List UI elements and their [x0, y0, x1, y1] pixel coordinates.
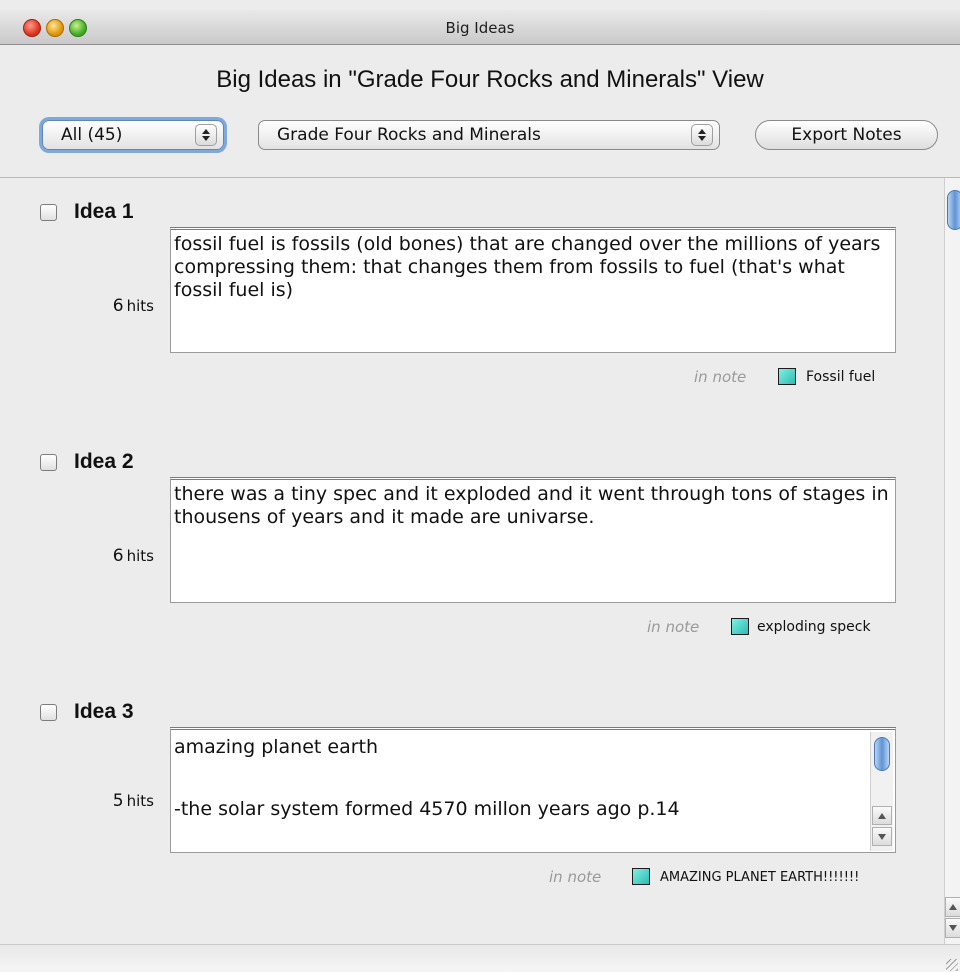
hits-count: 6: [112, 296, 124, 316]
idea-text: amazing planet earth -the solar system f…: [174, 736, 680, 820]
idea-checkbox[interactable]: [40, 454, 57, 471]
idea-label: Idea 2: [74, 450, 134, 473]
export-notes-button[interactable]: Export Notes: [755, 120, 938, 150]
scroll-up-arrow-icon[interactable]: [945, 897, 960, 917]
scroll-down-arrow-icon[interactable]: [945, 918, 960, 938]
in-note-label: in note: [647, 618, 700, 636]
ideas-list-scrollbar[interactable]: [944, 178, 960, 944]
hits-count: 5: [112, 791, 124, 811]
popup-arrows-icon: [195, 124, 217, 146]
idea-hits: 6 hits: [60, 546, 154, 566]
scroll-thumb[interactable]: [947, 190, 960, 230]
idea-label: Idea 3: [74, 700, 134, 723]
idea-text-box[interactable]: there was a tiny spec and it exploded an…: [170, 477, 896, 603]
filter-popup[interactable]: All (45): [42, 120, 224, 150]
idea-text-scrollbar[interactable]: [870, 732, 893, 851]
idea-row: Idea 1 6 hits fossil fuel is fossils (old…: [0, 178, 944, 398]
idea-row: Idea 3 5 hits amazing planet earth -the s…: [0, 678, 944, 898]
note-color-swatch: [632, 868, 650, 885]
popup-arrows-icon: [691, 124, 713, 146]
source-note-link[interactable]: AMAZING PLANET EARTH!!!!!!!: [660, 870, 859, 885]
idea-text: fossil fuel is fossils (old bones) that …: [174, 233, 887, 301]
view-popup[interactable]: Grade Four Rocks and Minerals: [258, 120, 720, 150]
idea-checkbox[interactable]: [40, 704, 57, 721]
view-popup-label: Grade Four Rocks and Minerals: [277, 125, 541, 145]
source-note-link[interactable]: Fossil fuel: [806, 369, 875, 385]
ideas-list[interactable]: Idea 1 6 hits fossil fuel is fossils (old…: [0, 178, 944, 944]
in-note-label: in note: [694, 368, 747, 386]
idea-text-box[interactable]: amazing planet earth -the solar system f…: [170, 727, 896, 853]
idea-label: Idea 1: [74, 200, 134, 223]
resize-grip-icon[interactable]: [946, 959, 958, 971]
idea-checkbox[interactable]: [40, 204, 57, 221]
window-title: Big Ideas: [445, 19, 515, 37]
window-bottom-bar: [0, 944, 960, 972]
view-title: Big Ideas in "Grade Four Rocks and Miner…: [216, 66, 764, 93]
hits-word: hits: [126, 547, 154, 565]
hits-word: hits: [126, 297, 154, 315]
note-color-swatch: [778, 368, 796, 385]
source-note-link[interactable]: exploding speck: [757, 619, 871, 635]
hits-count: 6: [112, 546, 124, 566]
scroll-down-arrow-icon[interactable]: [872, 827, 892, 846]
note-color-swatch: [731, 618, 749, 635]
big-ideas-window: Big Ideas Big Ideas in "Grade Four Rocks…: [0, 0, 960, 972]
scroll-thumb[interactable]: [874, 737, 890, 771]
filter-popup-label: All (45): [61, 125, 123, 145]
scroll-up-arrow-icon[interactable]: [872, 806, 892, 825]
idea-hits: 6 hits: [60, 296, 154, 316]
idea-text-box[interactable]: fossil fuel is fossils (old bones) that …: [170, 227, 896, 353]
hits-word: hits: [126, 792, 154, 810]
in-note-label: in note: [549, 868, 602, 886]
idea-hits: 5 hits: [60, 791, 154, 811]
idea-text: there was a tiny spec and it exploded an…: [174, 483, 895, 528]
idea-row: Idea 2 6 hits there was a tiny spec and i…: [0, 428, 944, 648]
title-bar[interactable]: Big Ideas: [0, 10, 960, 45]
